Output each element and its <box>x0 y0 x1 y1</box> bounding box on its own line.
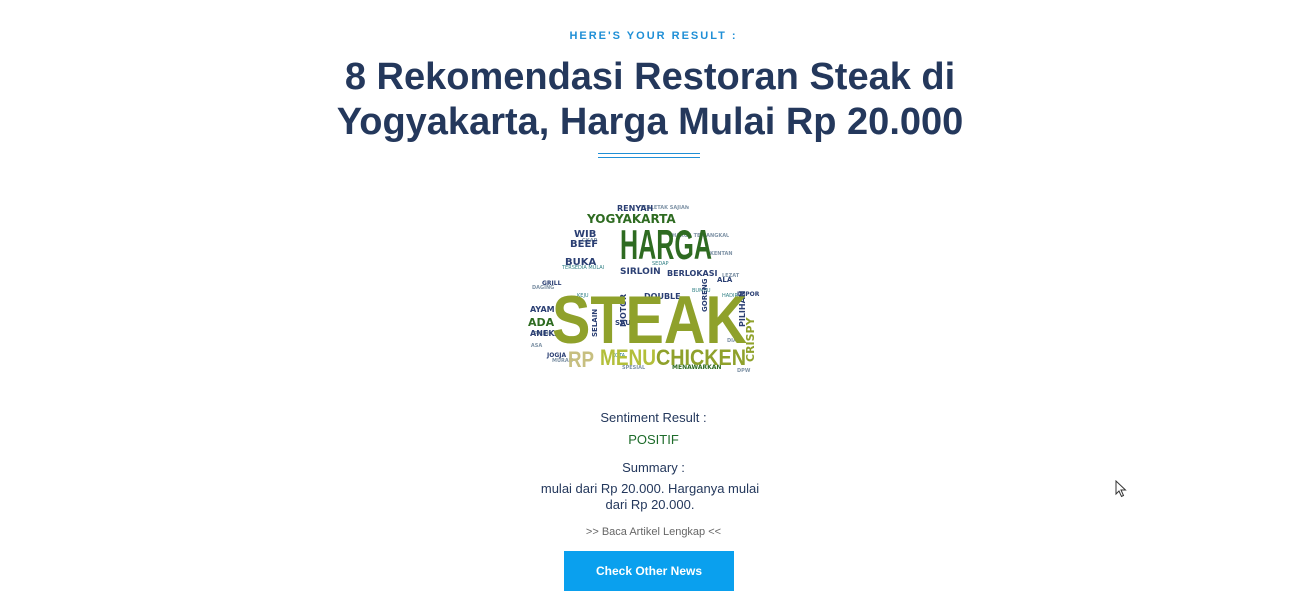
page-title: 8 Rekomendasi Restoran Steak di Yogyakar… <box>336 56 964 143</box>
mouse-pointer-icon <box>1115 480 1127 498</box>
word-sirloin: SIRLOIN <box>620 267 661 277</box>
word-chicken: CHICKEN <box>656 345 746 370</box>
title-divider-bottom <box>598 157 700 158</box>
svg-text:RASA: RASA <box>527 343 542 349</box>
word-ayam: AYAM <box>530 305 555 314</box>
word-beef: BEEF <box>570 239 598 250</box>
word-harga: HARGA <box>620 221 712 268</box>
svg-text:KENTANG: KENTANG <box>710 251 737 257</box>
read-full-article-link[interactable]: >> Baca Artikel Lengkap << <box>0 526 1307 538</box>
summary-text: mulai dari Rp 20.000. Harganya mulai dar… <box>540 481 760 512</box>
result-eyebrow: HERE'S YOUR RESULT : <box>569 30 738 42</box>
summary-label: Summary : <box>622 460 685 475</box>
word-cloud: RENYAH TERLETAK SAJIAN PORSI LENGKAPHARGA… <box>527 204 760 374</box>
word-rp: RP <box>568 347 594 372</box>
title-divider-top <box>598 153 700 154</box>
word-berlokasi: BERLOKASI <box>667 269 717 278</box>
word-buka: BUKA <box>565 257 596 268</box>
svg-text:RENYAH: RENYAH <box>577 205 600 211</box>
sentiment-value: POSITIF <box>628 432 679 447</box>
sentiment-label: Sentiment Result : <box>600 410 707 425</box>
word-ada: ADA <box>528 316 555 329</box>
word-menu: MENU <box>600 345 656 370</box>
check-other-news-button[interactable]: Check Other News <box>564 551 734 591</box>
